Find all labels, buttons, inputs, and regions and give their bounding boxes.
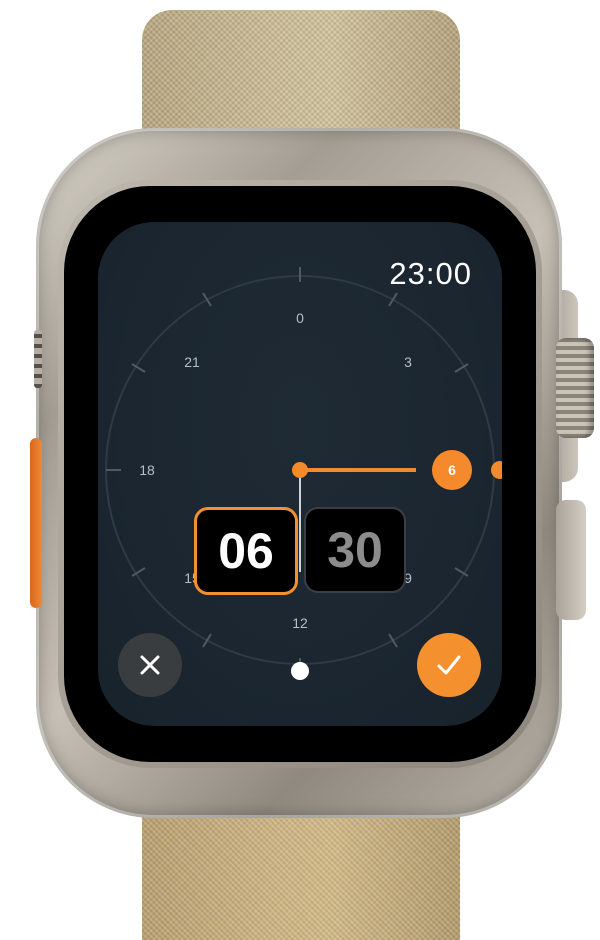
dial-label-3: 3 bbox=[404, 354, 412, 370]
minute-picker[interactable]: 30 bbox=[304, 507, 406, 593]
dial-label-21: 21 bbox=[184, 354, 200, 370]
action-button[interactable] bbox=[30, 438, 42, 608]
cancel-button[interactable] bbox=[118, 633, 182, 697]
dial-label-12: 12 bbox=[292, 615, 308, 631]
hour-picker[interactable]: 06 bbox=[194, 507, 298, 595]
close-icon bbox=[140, 655, 160, 675]
dial-label-18: 18 bbox=[139, 462, 155, 478]
digital-crown[interactable] bbox=[556, 338, 594, 438]
bottom-marker bbox=[291, 662, 309, 680]
tick bbox=[388, 292, 398, 307]
watch-scene: 0 3 9 12 15 18 21 23:00 6 06 30 bbox=[0, 0, 600, 940]
selected-hour-marker[interactable]: 6 bbox=[432, 450, 472, 490]
confirm-button[interactable] bbox=[417, 633, 481, 697]
tick bbox=[388, 633, 398, 648]
dial-edge-marker bbox=[491, 461, 502, 479]
tick bbox=[202, 292, 212, 307]
hand-pivot bbox=[292, 462, 308, 478]
tick bbox=[202, 633, 212, 648]
side-button[interactable] bbox=[556, 500, 586, 620]
speaker-grille bbox=[34, 330, 42, 388]
status-clock: 23:00 bbox=[389, 256, 472, 291]
dial-label-0: 0 bbox=[296, 310, 304, 326]
checkmark-icon bbox=[437, 655, 461, 675]
watch-screen: 0 3 9 12 15 18 21 23:00 6 06 30 bbox=[98, 222, 502, 726]
